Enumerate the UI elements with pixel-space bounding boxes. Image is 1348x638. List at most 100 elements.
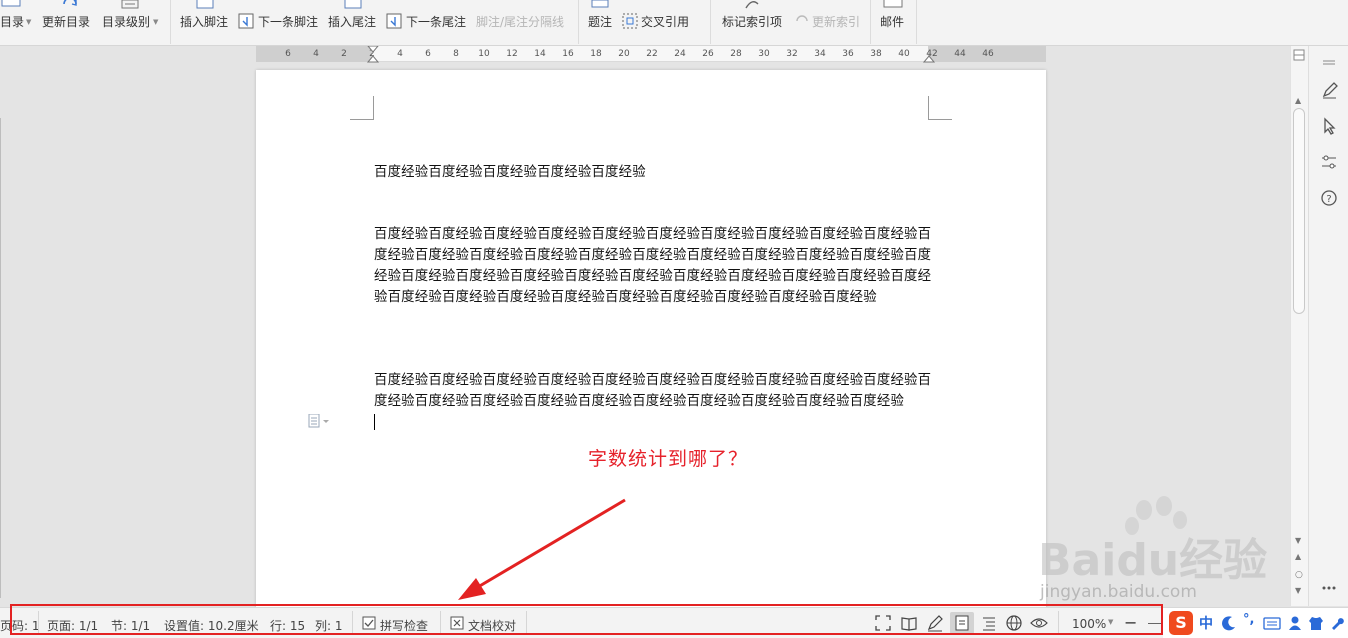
update-index-label: 更新索引: [812, 15, 861, 29]
next-endnote-icon: [386, 13, 402, 29]
keyboard-icon[interactable]: [1263, 617, 1281, 631]
ribbon-divider: [916, 0, 917, 44]
update-index-icon: [796, 15, 808, 22]
fullscreen-icon[interactable]: [874, 614, 892, 632]
status-divider: [1058, 611, 1059, 635]
ribbon-divider: [710, 0, 711, 44]
help-icon[interactable]: ?: [1319, 188, 1339, 208]
toc-level-button[interactable]: 目录级别 ▼: [102, 0, 162, 44]
ruler-tick-label: 6: [425, 49, 431, 59]
mark-index-button[interactable]: 标记索引项: [722, 0, 786, 44]
margin-corner-top-left: [350, 96, 374, 120]
scroll-thumb[interactable]: [1293, 108, 1305, 314]
next-footnote-button[interactable]: 下一条脚注: [238, 0, 324, 44]
scroll-down-icon[interactable]: ▼: [1295, 536, 1301, 545]
caption-button[interactable]: 题注: [588, 0, 616, 44]
insert-endnote-button[interactable]: 插入尾注: [328, 0, 380, 44]
punctuation-icon[interactable]: °,: [1243, 612, 1254, 627]
doc-proofread-label: 文档校对: [468, 619, 517, 633]
paragraph-2[interactable]: 百度经验百度经验百度经验百度经验百度经验百度经验百度经验百度经验百度经验百度经验…: [374, 224, 934, 308]
toc-button[interactable]: 目录 ▼: [0, 0, 40, 44]
prev-page-icon[interactable]: ▲: [1295, 552, 1301, 561]
ruler-tick-label: 44: [954, 49, 966, 59]
cross-reference-button[interactable]: 交叉引用: [622, 0, 694, 44]
next-endnote-label: 下一条尾注: [406, 15, 467, 29]
zoom-dropdown-icon[interactable]: ▼: [1108, 618, 1113, 626]
zoom-level[interactable]: 100%: [1072, 617, 1106, 631]
vertical-scrollbar[interactable]: ▲ ▼ ▲ ○ ▼: [1290, 46, 1308, 606]
status-section: 节: 1/1: [111, 619, 151, 633]
ruler-tick-label: 36: [842, 49, 854, 59]
ruler-tick-label: 22: [646, 49, 658, 59]
insert-footnote-button[interactable]: 插入脚注: [180, 0, 232, 44]
mail-label: 邮件: [880, 15, 905, 29]
toc-level-label: 目录级别: [102, 15, 151, 29]
paragraph-3[interactable]: 百度经验百度经验百度经验百度经验百度经验百度经验百度经验百度经验百度经验百度经验…: [374, 370, 934, 412]
collapse-panel-icon[interactable]: [1319, 52, 1339, 72]
ruler-tick-label: 4: [313, 49, 319, 59]
reading-view-icon[interactable]: [900, 614, 918, 632]
separator-line-label: 脚注/尾注分隔线: [476, 15, 565, 29]
margin-corner-top-right: [928, 96, 952, 120]
right-indent-marker-icon[interactable]: [923, 46, 935, 64]
caption-label: 题注: [588, 15, 613, 29]
sogou-logo-icon[interactable]: S: [1169, 611, 1193, 635]
ime-toolbar: S 中 °,: [1163, 607, 1348, 638]
ribbon-divider: [870, 0, 871, 44]
status-divider: [440, 611, 441, 635]
select-cursor-icon[interactable]: [1319, 116, 1339, 136]
moon-icon[interactable]: [1221, 615, 1237, 631]
skin-shirt-icon[interactable]: [1308, 615, 1324, 631]
ruler-tick-label: 38: [870, 49, 882, 59]
left-edge-line: [0, 118, 1, 598]
indent-marker-icon[interactable]: [367, 46, 379, 64]
insert-endnote-label: 插入尾注: [328, 15, 377, 29]
dropdown-arrow-icon: ▼: [26, 18, 32, 26]
next-page-icon[interactable]: ▼: [1295, 586, 1301, 595]
ruler-tick-label: 40: [898, 49, 910, 59]
watermark-brand: Baidu经验: [1038, 535, 1268, 586]
browse-object-icon[interactable]: ○: [1295, 570, 1303, 580]
paragraph-1[interactable]: 百度经验百度经验百度经验百度经验百度经验: [374, 162, 934, 183]
separator-line-button[interactable]: 脚注/尾注分隔线: [476, 0, 572, 44]
settings-sliders-icon[interactable]: [1319, 152, 1339, 172]
outline-view-icon[interactable]: [980, 614, 998, 632]
pen-icon[interactable]: [1319, 80, 1339, 100]
split-view-icon[interactable]: [1293, 49, 1305, 61]
update-index-button[interactable]: 更新索引: [794, 0, 862, 44]
toc-icon: [1, 0, 21, 7]
user-icon[interactable]: [1287, 615, 1303, 631]
eye-protection-icon[interactable]: [1030, 614, 1048, 632]
spell-check-icon: [362, 616, 376, 630]
status-divider: [526, 611, 527, 635]
update-toc-button[interactable]: 更新目录: [42, 0, 96, 44]
status-divider: [38, 611, 39, 635]
ruler-tick-label: 14: [534, 49, 546, 59]
next-endnote-button[interactable]: 下一条尾注: [386, 0, 472, 44]
svg-text:?: ?: [1326, 194, 1331, 205]
right-tool-panel: ?: [1308, 46, 1348, 606]
ruler-tick-label: 34: [814, 49, 826, 59]
zoom-out-icon[interactable]: −: [1124, 613, 1137, 632]
wrench-icon[interactable]: [1329, 615, 1345, 631]
ribbon-divider: [578, 0, 579, 44]
toc-label: 目录: [0, 15, 25, 29]
ruler-tick-label: 26: [702, 49, 714, 59]
ruler-tick-label: 10: [478, 49, 490, 59]
ruler-tick-label: 8: [453, 49, 459, 59]
page-view-icon[interactable]: [953, 614, 971, 632]
cross-reference-label: 交叉引用: [641, 15, 690, 29]
web-view-icon[interactable]: [1005, 614, 1023, 632]
scroll-up-icon[interactable]: ▲: [1295, 96, 1301, 105]
more-icon[interactable]: [1319, 578, 1339, 598]
edit-mode-icon[interactable]: [926, 614, 944, 632]
status-pages[interactable]: 页面: 1/1: [47, 617, 98, 634]
status-page-number: 页码: 1: [0, 619, 40, 633]
paragraph-handle-icon[interactable]: [308, 414, 330, 428]
horizontal-ruler[interactable]: 6 4 2 2 4 6 8 10 12 14 16 18 20 22 24 26 28 30 32 34 36 38 40 4…: [256, 46, 1046, 64]
ime-chinese-mode[interactable]: 中: [1199, 613, 1213, 633]
text-cursor: [374, 414, 375, 430]
document-page[interactable]: 百度经验百度经验百度经验百度经验百度经验 百度经验百度经验百度经验百度经验百度经…: [256, 70, 1046, 610]
status-col: 列: 1: [315, 619, 343, 633]
mail-button[interactable]: 邮件: [880, 0, 910, 44]
